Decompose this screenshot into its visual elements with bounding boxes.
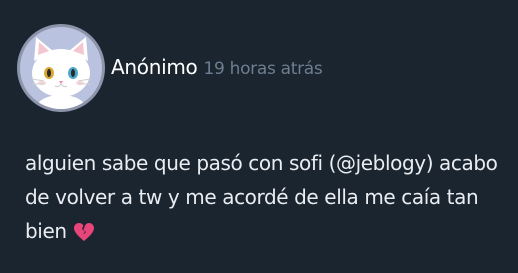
timestamp: 19 horas atrás [203, 59, 323, 79]
broken-heart-icon [73, 218, 95, 252]
post-body: alguien sabe que pasó con sofi (@jeblogy… [25, 146, 510, 252]
mention-link[interactable]: @jeblogy [336, 151, 426, 175]
anonymous-post: Anónimo 19 horas atrás alguien sabe que … [0, 0, 518, 273]
avatar[interactable] [17, 24, 105, 112]
white-cat-icon [31, 37, 91, 109]
post-header: Anónimo 19 horas atrás [111, 55, 323, 79]
post-text-start: alguien sabe que pasó con sofi ( [25, 151, 336, 175]
author-name[interactable]: Anónimo [111, 55, 198, 79]
